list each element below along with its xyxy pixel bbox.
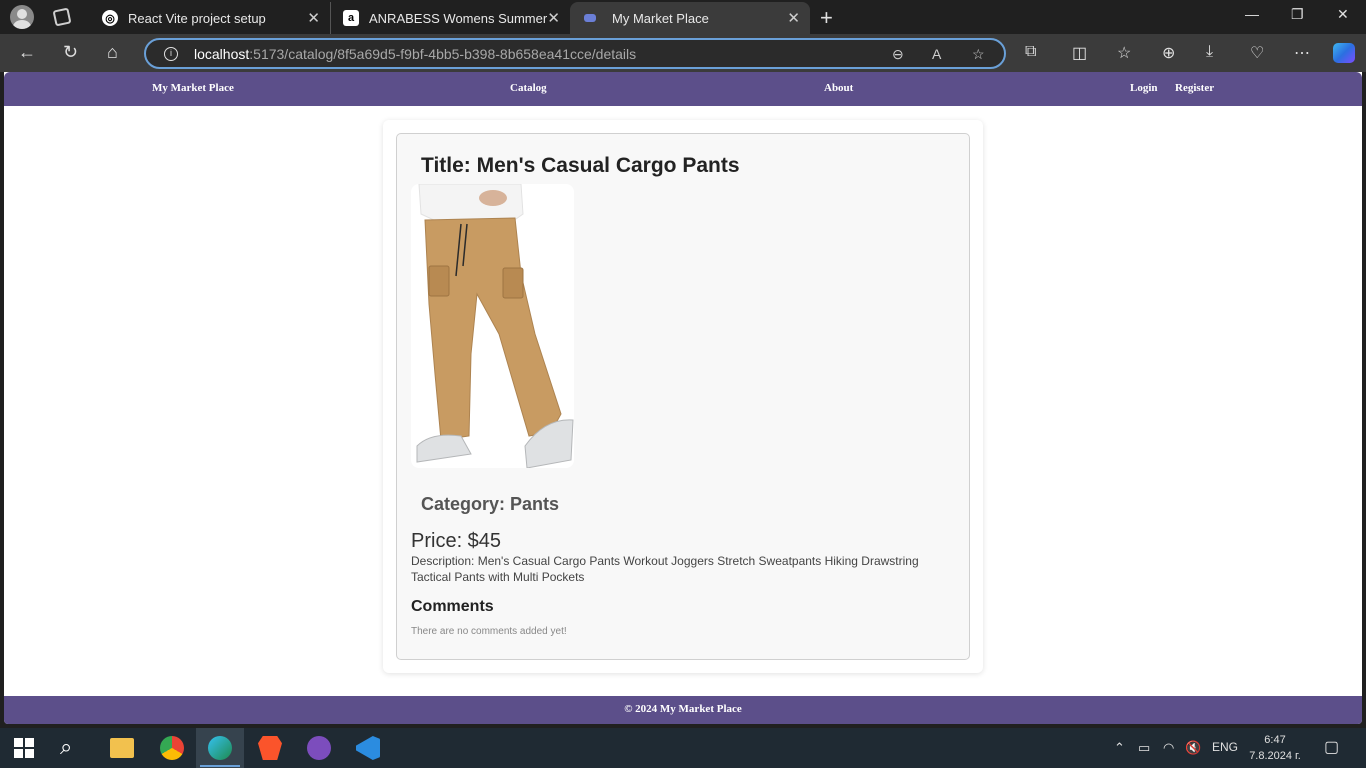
address-toolbar: ← ↻ ⌂ i localhost:5173/catalog/8f5a69d5-…	[0, 34, 1366, 72]
windows-taskbar: ⌕ ⌃ ▭ ◠ 🔇 ENG 6:47 7.8.2024 г. ▢	[0, 728, 1366, 768]
tab-title: My Market Place	[612, 10, 709, 26]
close-tab-icon[interactable]: ✕	[307, 9, 320, 27]
tab-react-vite[interactable]: ◎ React Vite project setup ✕	[90, 2, 330, 34]
volume-muted-icon[interactable]: 🔇	[1185, 740, 1201, 756]
tab-title: React Vite project setup	[128, 10, 266, 26]
vscode-icon[interactable]	[356, 736, 380, 760]
edge-icon[interactable]	[208, 736, 232, 760]
collections-icon[interactable]: ⊕	[1162, 43, 1175, 63]
brave-icon[interactable]	[258, 736, 282, 760]
search-icon[interactable]: ⌕	[60, 736, 84, 760]
zoom-icon[interactable]: ⊖	[892, 46, 904, 63]
minimize-icon[interactable]: —	[1245, 6, 1259, 22]
browser-essentials-icon[interactable]: ♡	[1250, 43, 1264, 63]
start-icon[interactable]	[14, 738, 34, 758]
chrome-icon[interactable]	[160, 736, 184, 760]
product-price: Price: $45	[411, 530, 502, 552]
address-bar[interactable]: i localhost:5173/catalog/8f5a69d5-f9bf-4…	[144, 38, 1006, 69]
product-category: Category: Pants	[421, 494, 560, 514]
refresh-icon[interactable]: ↻	[63, 42, 78, 63]
clock-time: 6:47	[1264, 734, 1286, 746]
copilot-icon[interactable]	[1333, 43, 1355, 63]
nav-register-link[interactable]: Register	[1175, 82, 1214, 94]
tab-title: ANRABESS Womens Summer Ca	[369, 10, 549, 26]
workspaces-icon[interactable]	[52, 7, 72, 27]
home-icon[interactable]: ⌂	[107, 42, 118, 63]
product-details-card: Title: Men's Casual Cargo Pants Category…	[383, 120, 983, 673]
downloads-icon[interactable]: ⤓	[1206, 43, 1213, 61]
favorite-star-icon[interactable]: ☆	[972, 46, 985, 63]
brand-link[interactable]: My Market Place	[152, 82, 234, 94]
product-image	[411, 184, 574, 468]
show-hidden-icons-icon[interactable]: ⌃	[1114, 740, 1125, 756]
extensions-icon[interactable]: ⧉	[1025, 43, 1036, 61]
close-tab-icon[interactable]: ✕	[787, 9, 800, 27]
split-screen-icon[interactable]: ◫	[1072, 43, 1087, 63]
more-menu-icon[interactable]: ⋯	[1294, 43, 1310, 63]
new-tab-icon[interactable]: +	[820, 5, 833, 31]
nav-about-link[interactable]: About	[824, 82, 853, 94]
close-window-icon[interactable]: ✕	[1337, 6, 1349, 23]
file-explorer-icon[interactable]	[110, 738, 134, 758]
url-path: :5173/catalog/8f5a69d5-f9bf-4bb5-b398-8b…	[249, 45, 637, 62]
clock-date: 7.8.2024 г.	[1249, 750, 1301, 762]
chatgpt-icon: ◎	[102, 10, 118, 26]
page-icon	[584, 14, 596, 22]
language-indicator[interactable]: ENG	[1212, 740, 1238, 754]
url-host: localhost	[194, 45, 250, 62]
nav-catalog-link[interactable]: Catalog	[510, 82, 547, 94]
close-tab-icon[interactable]: ✕	[547, 9, 560, 27]
product-details-panel: Title: Men's Casual Cargo Pants Category…	[396, 133, 970, 660]
product-description: Description: Men's Casual Cargo Pants Wo…	[411, 554, 919, 584]
site-footer: © 2024 My Market Place	[4, 696, 1362, 724]
nav-login-link[interactable]: Login	[1130, 82, 1158, 94]
edge-active-indicator	[200, 765, 240, 767]
favorites-icon[interactable]: ☆	[1117, 43, 1131, 63]
github-desktop-icon[interactable]	[307, 736, 331, 760]
read-aloud-icon[interactable]: A	[932, 46, 941, 62]
battery-icon[interactable]: ▭	[1138, 740, 1150, 756]
wifi-icon[interactable]: ◠	[1163, 740, 1174, 756]
tab-my-market-place[interactable]: My Market Place ✕	[570, 2, 810, 34]
site-navbar: My Market Place Catalog About Login Regi…	[4, 72, 1362, 106]
amazon-icon: a	[343, 10, 359, 26]
product-title: Title: Men's Casual Cargo Pants	[421, 154, 740, 177]
web-page: My Market Place Catalog About Login Regi…	[4, 72, 1362, 724]
back-icon[interactable]: ←	[18, 42, 36, 63]
restore-icon[interactable]: ❐	[1291, 6, 1304, 23]
profile-avatar-icon[interactable]	[10, 5, 34, 29]
site-info-icon[interactable]: i	[164, 46, 178, 61]
comments-heading: Comments	[411, 598, 494, 615]
system-clock[interactable]: 6:47 7.8.2024 г.	[1240, 732, 1310, 764]
comments-empty-message: There are no comments added yet!	[411, 626, 567, 637]
browser-tab-bar: ◎ React Vite project setup ✕ a ANRABESS …	[0, 0, 1366, 34]
notifications-icon[interactable]: ▢	[1324, 737, 1339, 757]
tab-anrabess[interactable]: a ANRABESS Womens Summer Ca ✕	[330, 2, 570, 34]
